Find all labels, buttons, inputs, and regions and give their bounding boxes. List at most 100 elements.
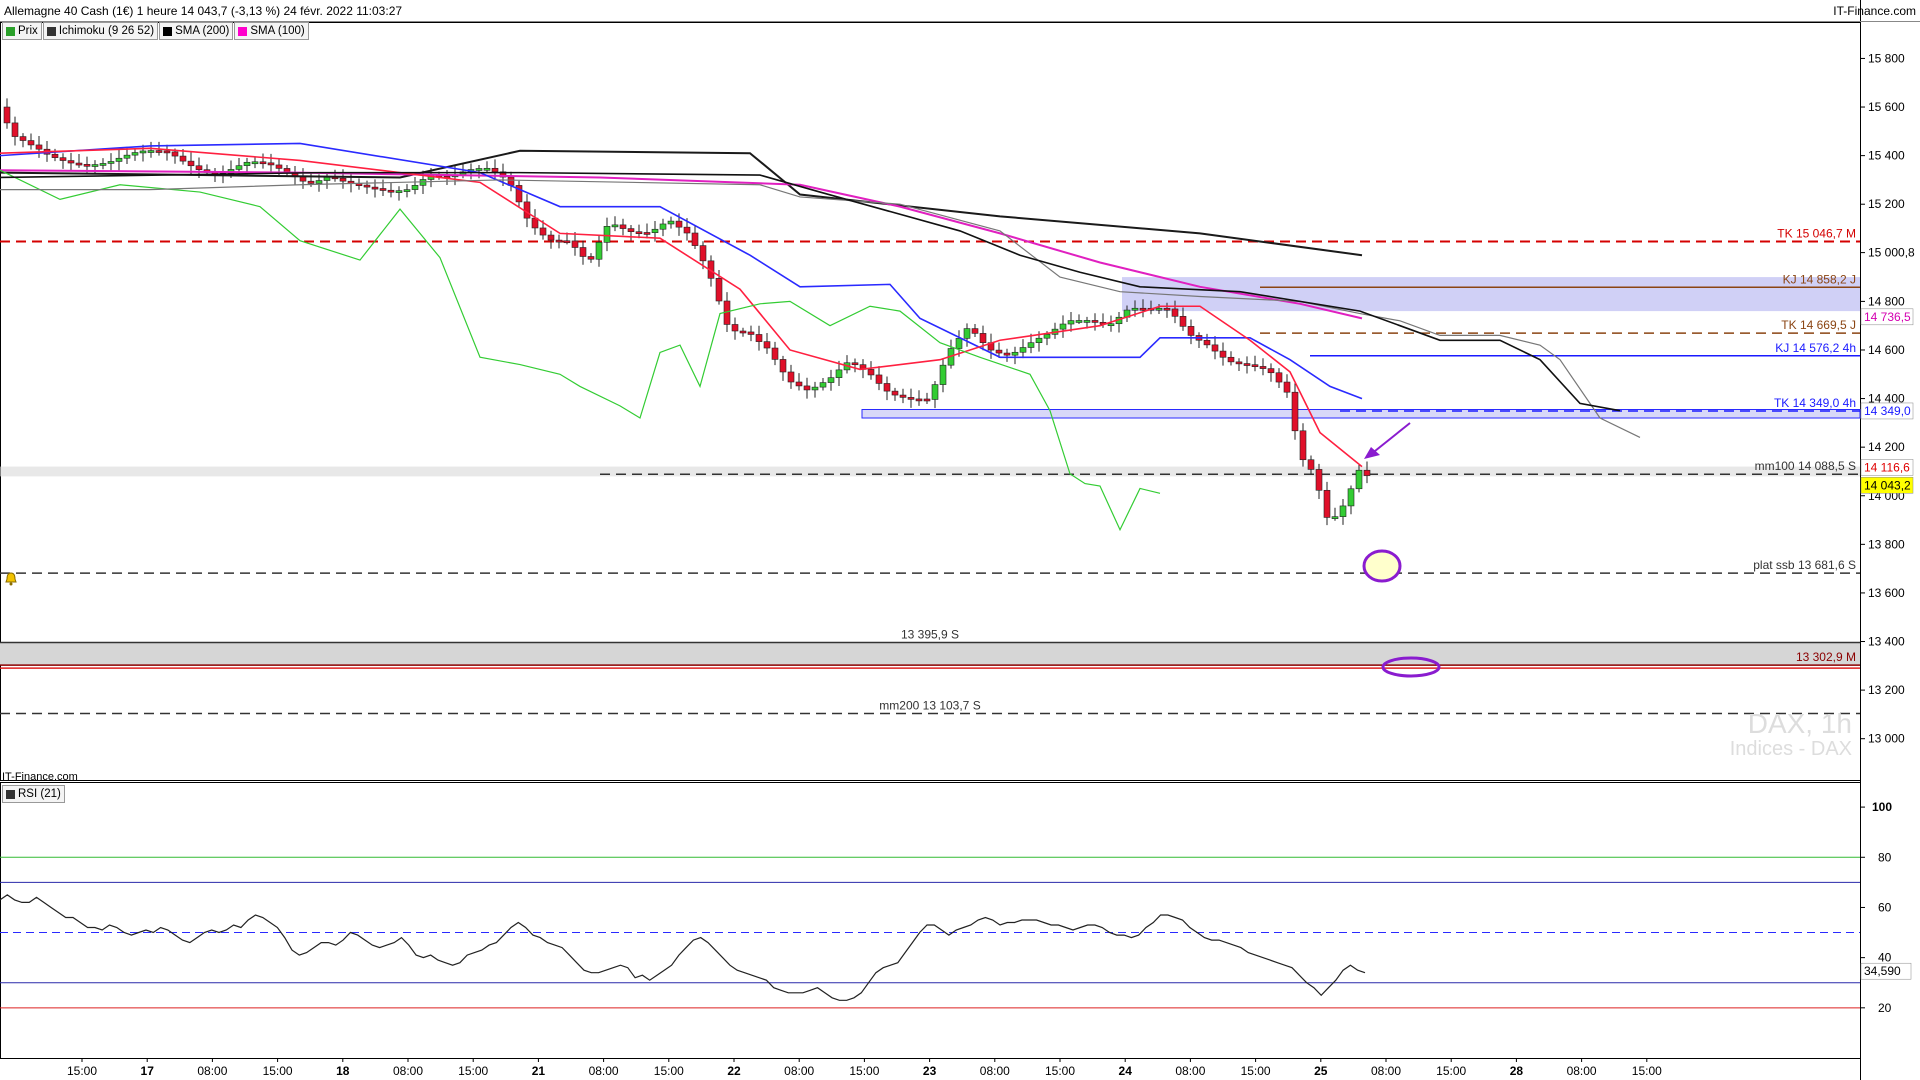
candle-bearish [67,160,75,164]
rsi-tick-label: 100 [1872,800,1892,814]
candle-bearish [771,347,779,360]
dax-chart[interactable]: 15 800 15 600 15 400 15 200 15 000,8 14 800 14… [0,0,1920,1080]
time-tick-label: 17 [141,1064,155,1078]
candle-bearish [523,201,531,219]
sma100-swatch-icon [238,26,248,36]
price-tick-label: 15 800 [1868,51,1905,65]
ichimoku-swatch-icon [46,26,56,36]
candle-bullish [235,165,243,170]
candle-bearish [899,394,907,398]
legend-item-rsi[interactable]: RSI (21) [2,785,65,803]
candle-bearish [339,177,347,182]
candle-bearish [1003,352,1011,356]
time-tick-label: 21 [532,1064,546,1078]
time-tick-label: 25 [1314,1064,1328,1078]
candle-bearish [155,150,163,153]
annotation-arrow-shaft [1369,422,1411,456]
time-tick-label: 08:00 [784,1064,814,1078]
candle-bearish [259,161,267,165]
candle-bearish [1171,308,1179,317]
candle-bearish [1299,430,1307,461]
candle-bullish [483,167,491,171]
candle-bearish [1275,372,1283,383]
candle-bullish [475,168,483,171]
legend-item-prix[interactable]: Prix [2,22,42,40]
candle-bearish [675,220,683,228]
sma200-line [0,149,1363,257]
candle-bullish [963,328,971,339]
legend-item-sma100[interactable]: SMA (100) [234,22,309,40]
candle-bearish [1251,364,1259,367]
candle-bullish [1339,505,1347,517]
time-tick-label: 15:00 [1436,1064,1466,1078]
prix-swatch-icon [6,26,15,36]
level-label: KJ 14 858,2 J [1783,272,1856,286]
candle-bearish [539,227,547,236]
candle-bearish [763,341,771,349]
candle-bullish [131,152,139,156]
chart-header: Allemagne 40 Cash (1€) 1 heure 14 043,7 … [0,0,1920,22]
time-tick-label: 18 [336,1064,350,1078]
candle-bullish [107,161,115,164]
chart-title: Allemagne 40 Cash (1€) 1 heure 14 043,7 … [4,4,403,18]
candle-bearish [579,247,587,257]
price-badge-label: 14 736,5 [1864,310,1911,324]
candle-bearish [1243,363,1251,366]
candle-bearish [971,328,979,334]
legend-item-sma200[interactable]: SMA (200) [159,22,234,40]
legend-item-ichimoku[interactable]: Ichimoku (9 26 52) [42,22,159,40]
candle-bearish [787,371,795,383]
rsi-tick-label: 60 [1878,900,1892,914]
candle-bullish [1043,334,1051,339]
time-tick-label: 15:00 [67,1064,97,1078]
candle-bullish [243,161,251,166]
time-tick-label: 15:00 [654,1064,684,1078]
level-label: 13 302,9 M [1796,650,1856,664]
level-label: TK 14 669,5 J [1781,318,1856,332]
candle-bullish [819,382,827,388]
time-tick-label: 15:00 [1045,1064,1075,1078]
candle-bearish [891,390,899,396]
candle-bearish [1283,381,1291,393]
rsi-tick-label: 40 [1878,951,1892,965]
time-tick-label: 15:00 [263,1064,293,1078]
candle-bearish [59,157,67,161]
candle-bearish [363,184,371,188]
candle-bullish [595,242,603,260]
candle-bullish [1075,320,1083,323]
candle-bearish [83,164,91,167]
time-tick-label: 08:00 [980,1064,1010,1078]
level-label: plat ssb 13 681,6 S [1753,558,1856,572]
candle-bullish [1083,320,1091,323]
candle-bearish [867,369,875,376]
price-tick-label: 14 800 [1868,294,1905,308]
price-badge-label: 14 349,0 [1864,404,1911,418]
candle-bearish [75,162,83,166]
candle-bullish [91,164,99,167]
candle-bearish [555,239,563,243]
candle-bullish [139,150,147,154]
alert-bell-icon[interactable] [4,572,18,586]
candle-bullish [611,224,619,228]
price-tick-label: 15 000,8 [1868,246,1915,260]
target-circle-ssb [1362,549,1402,583]
candle-bullish [1155,307,1163,311]
candle-bearish [915,398,923,402]
candle-bearish [1315,469,1323,491]
rsi-line [0,894,1366,1001]
candle-bearish [299,176,307,182]
time-tick-label: 08:00 [393,1064,423,1078]
candle-bearish [1163,307,1171,311]
sma200-swatch-icon [163,26,173,36]
candle-bearish [627,228,635,233]
candle-bearish [379,188,387,191]
candle-bearish [731,324,739,332]
candle-bearish [1139,307,1147,311]
candle-bullish [403,189,411,192]
candle-bearish [179,155,187,162]
candle-bullish [1011,351,1019,356]
time-tick-label: 08:00 [589,1064,619,1078]
candle-bullish [315,180,323,184]
candle-bearish [195,165,203,170]
candle-bearish [643,232,651,235]
